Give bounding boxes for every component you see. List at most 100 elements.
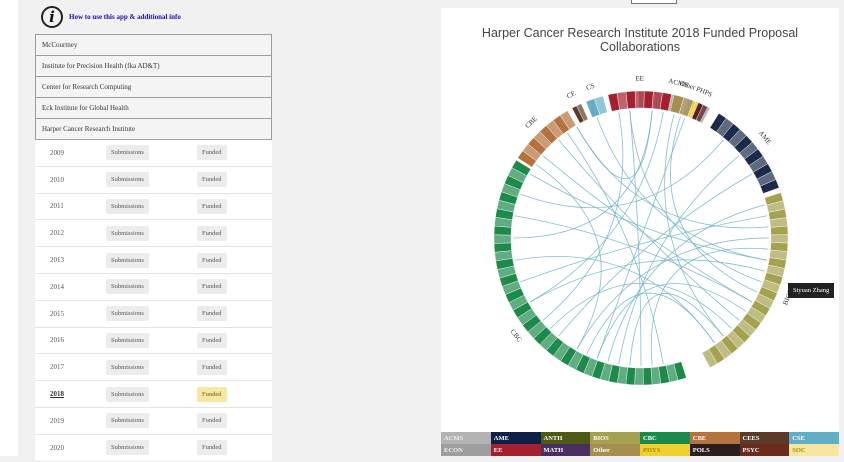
group-arc-segment[interactable] bbox=[643, 90, 654, 109]
year-label[interactable]: 2011 bbox=[35, 202, 95, 210]
institute-item[interactable]: Harper Cancer Research Institute bbox=[35, 118, 272, 140]
funded-button[interactable]: Funded bbox=[197, 306, 227, 322]
info-icon[interactable]: i bbox=[41, 6, 63, 28]
group-label: CBE bbox=[524, 115, 539, 130]
sidebar: i How to use this app & additional info … bbox=[35, 0, 272, 462]
submissions-button[interactable]: Submissions bbox=[106, 413, 149, 429]
year-row: 2015 Submissions Funded bbox=[35, 301, 272, 328]
chart-panel: Harper Cancer Research Institute 2018 Fu… bbox=[441, 8, 839, 432]
institute-item[interactable]: McCourtney bbox=[35, 34, 272, 55]
legend-item: CEES bbox=[739, 432, 790, 444]
group-label: CBC bbox=[509, 328, 524, 344]
funded-button[interactable]: Funded bbox=[197, 359, 227, 375]
info-link[interactable]: How to use this app & additional info bbox=[69, 13, 181, 21]
chord-diagram[interactable]: ACMSAMEBIOSCBCCBECECSEEOtherPHPS bbox=[441, 8, 839, 432]
left-scroll-area bbox=[0, 0, 18, 456]
submissions-button[interactable]: Submissions bbox=[106, 440, 149, 456]
year-label[interactable]: 2019 bbox=[35, 417, 95, 425]
year-list: 2009 Submissions Funded 2010 Submissions Fund… bbox=[35, 140, 272, 462]
legend-item: PHYS bbox=[640, 444, 690, 456]
year-label[interactable]: 2020 bbox=[35, 444, 95, 452]
submissions-button[interactable]: Submissions bbox=[106, 225, 149, 241]
legend-item: CSE bbox=[789, 432, 839, 444]
group-label: EE bbox=[635, 75, 644, 83]
chord-link[interactable] bbox=[520, 215, 768, 283]
legend-item: SOC bbox=[789, 444, 839, 456]
funded-button[interactable]: Funded bbox=[197, 413, 227, 429]
group-label: Other bbox=[679, 79, 697, 92]
legend-item: CBE bbox=[689, 432, 740, 444]
group-arc-segment[interactable] bbox=[770, 225, 789, 236]
chord-link[interactable] bbox=[664, 114, 724, 337]
year-row: 2016 Submissions Funded bbox=[35, 328, 272, 355]
group-arc-segment[interactable] bbox=[634, 90, 645, 109]
info-row[interactable]: i How to use this app & additional info bbox=[35, 0, 272, 34]
legend-item: ECON bbox=[441, 444, 491, 456]
group-label: AME bbox=[757, 129, 773, 146]
institute-item[interactable]: Institute for Precision Health (fka AD&T… bbox=[35, 55, 272, 76]
chord-link[interactable] bbox=[629, 110, 642, 367]
year-label[interactable]: 2016 bbox=[35, 336, 95, 344]
funded-button[interactable]: Funded bbox=[197, 225, 227, 241]
year-row: 2014 Submissions Funded bbox=[35, 274, 272, 301]
year-row: 2019 Submissions Funded bbox=[35, 408, 272, 435]
year-row: 2018 Submissions Funded bbox=[35, 381, 272, 408]
funded-button[interactable]: Funded bbox=[197, 145, 227, 161]
group-arc-segment[interactable] bbox=[493, 242, 512, 253]
submissions-button[interactable]: Submissions bbox=[106, 386, 149, 402]
legend-item: ACMS bbox=[441, 432, 491, 444]
group-arc-segment[interactable] bbox=[634, 367, 644, 386]
chord-link[interactable] bbox=[650, 247, 769, 366]
funded-button[interactable]: Funded bbox=[197, 279, 227, 295]
year-row: 2017 Submissions Funded bbox=[35, 354, 272, 382]
year-row: 2012 Submissions Funded bbox=[35, 220, 272, 248]
submissions-button[interactable]: Submissions bbox=[106, 198, 149, 214]
chord-link[interactable] bbox=[567, 132, 664, 365]
funded-button[interactable]: Funded bbox=[197, 386, 227, 402]
institute-item[interactable]: Center for Research Computing bbox=[35, 76, 272, 97]
year-row: 2010 Submissions Funded bbox=[35, 167, 272, 194]
color-legend: ACMS AME ANTH BIOS CBC CBE CEES CSE ECON EE MATH Ot… bbox=[441, 432, 839, 456]
legend-item: POLS bbox=[689, 444, 740, 456]
group-arc-segment[interactable] bbox=[770, 234, 789, 244]
year-label[interactable]: 2013 bbox=[35, 256, 95, 264]
group-label: CS bbox=[585, 82, 596, 92]
group-arc-segment[interactable] bbox=[625, 90, 637, 109]
group-arc-segment[interactable] bbox=[493, 234, 512, 244]
year-label[interactable]: 2009 bbox=[35, 149, 95, 157]
institute-list: McCourtney Institute for Precision Health… bbox=[35, 34, 272, 140]
submissions-button[interactable]: Submissions bbox=[106, 252, 149, 268]
funded-button[interactable]: Funded bbox=[197, 440, 227, 456]
year-row: 2020 Submissions Funded bbox=[35, 435, 272, 462]
submissions-button[interactable]: Submissions bbox=[106, 359, 149, 375]
year-label[interactable]: 2015 bbox=[35, 310, 95, 318]
institute-item[interactable]: Eck Institute for Global Health bbox=[35, 97, 272, 118]
tooltip: Siyuan Zhang bbox=[788, 283, 835, 298]
top-control[interactable] bbox=[631, 0, 677, 4]
legend-item: CBC bbox=[640, 432, 690, 444]
funded-button[interactable]: Funded bbox=[197, 172, 227, 188]
group-label: CE bbox=[565, 89, 577, 100]
submissions-button[interactable]: Submissions bbox=[106, 279, 149, 295]
year-row: 2013 Submissions Funded bbox=[35, 247, 272, 274]
group-arc-segment[interactable] bbox=[642, 367, 653, 386]
group-label: PS bbox=[703, 88, 714, 99]
year-label[interactable]: 2017 bbox=[35, 363, 95, 371]
submissions-button[interactable]: Submissions bbox=[106, 145, 149, 161]
chord-link[interactable] bbox=[586, 292, 715, 355]
submissions-button[interactable]: Submissions bbox=[106, 306, 149, 322]
year-label[interactable]: 2018 bbox=[35, 390, 95, 398]
legend-item: Other bbox=[590, 444, 640, 456]
year-label[interactable]: 2014 bbox=[35, 283, 95, 291]
legend-item: EE bbox=[490, 444, 541, 456]
legend-item: AME bbox=[490, 432, 541, 444]
funded-button[interactable]: Funded bbox=[197, 252, 227, 268]
legend-item: ANTH bbox=[540, 432, 591, 444]
year-label[interactable]: 2010 bbox=[35, 176, 95, 184]
funded-button[interactable]: Funded bbox=[197, 198, 227, 214]
submissions-button[interactable]: Submissions bbox=[106, 332, 149, 348]
year-label[interactable]: 2012 bbox=[35, 229, 95, 237]
legend-item: PSYC bbox=[739, 444, 790, 456]
submissions-button[interactable]: Submissions bbox=[106, 172, 149, 188]
funded-button[interactable]: Funded bbox=[197, 332, 227, 348]
